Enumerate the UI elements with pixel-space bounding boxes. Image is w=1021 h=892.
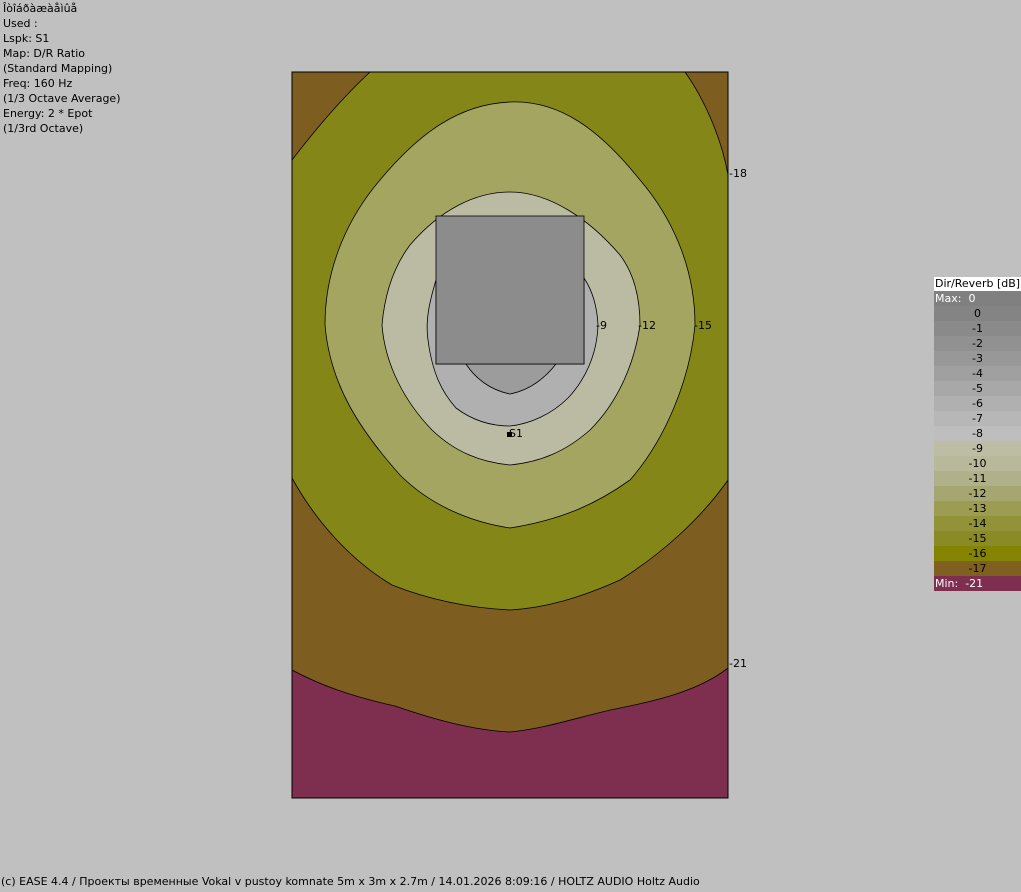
legend-row: -16 (934, 546, 1021, 561)
legend-row: -12 (934, 486, 1021, 501)
color-legend: Dir/Reverb [dB] Max: 0 0 -1 -2 -3 -4 -5 … (934, 277, 1021, 591)
legend-row: -13 (934, 501, 1021, 516)
legend-row: -2 (934, 336, 1021, 351)
legend-row: -10 (934, 456, 1021, 471)
legend-row: 0 (934, 306, 1021, 321)
legend-row: -15 (934, 531, 1021, 546)
contour-label-9: -9 (596, 319, 607, 332)
legend-row: -6 (934, 396, 1021, 411)
contour-label-15: -15 (694, 319, 712, 332)
object-block (435, 215, 585, 365)
legend-rows: 0 -1 -2 -3 -4 -5 -6 -7 -8 -9 -10 -11 -12… (934, 306, 1021, 576)
contour-label-12: -12 (638, 319, 656, 332)
legend-row: -4 (934, 366, 1021, 381)
legend-row: -8 (934, 426, 1021, 441)
legend-min: Min: -21 (934, 576, 1021, 591)
status-footer: (c) EASE 4.4 / Проекты временные Vokal v… (1, 875, 700, 888)
speaker-label: S1 (509, 427, 523, 440)
contour-label-21: -21 (729, 657, 747, 670)
legend-max: Max: 0 (934, 291, 1021, 306)
legend-row: -17 (934, 561, 1021, 576)
legend-row: -14 (934, 516, 1021, 531)
legend-title: Dir/Reverb [dB] (934, 277, 1021, 291)
legend-row: -7 (934, 411, 1021, 426)
legend-row: -3 (934, 351, 1021, 366)
dr-ratio-map[interactable]: S1 -18 -9 -12 -15 -21 (0, 0, 1021, 892)
legend-row: -5 (934, 381, 1021, 396)
legend-row: -1 (934, 321, 1021, 336)
legend-row: -11 (934, 471, 1021, 486)
contour-label-18: -18 (729, 167, 747, 180)
legend-row: -9 (934, 441, 1021, 456)
